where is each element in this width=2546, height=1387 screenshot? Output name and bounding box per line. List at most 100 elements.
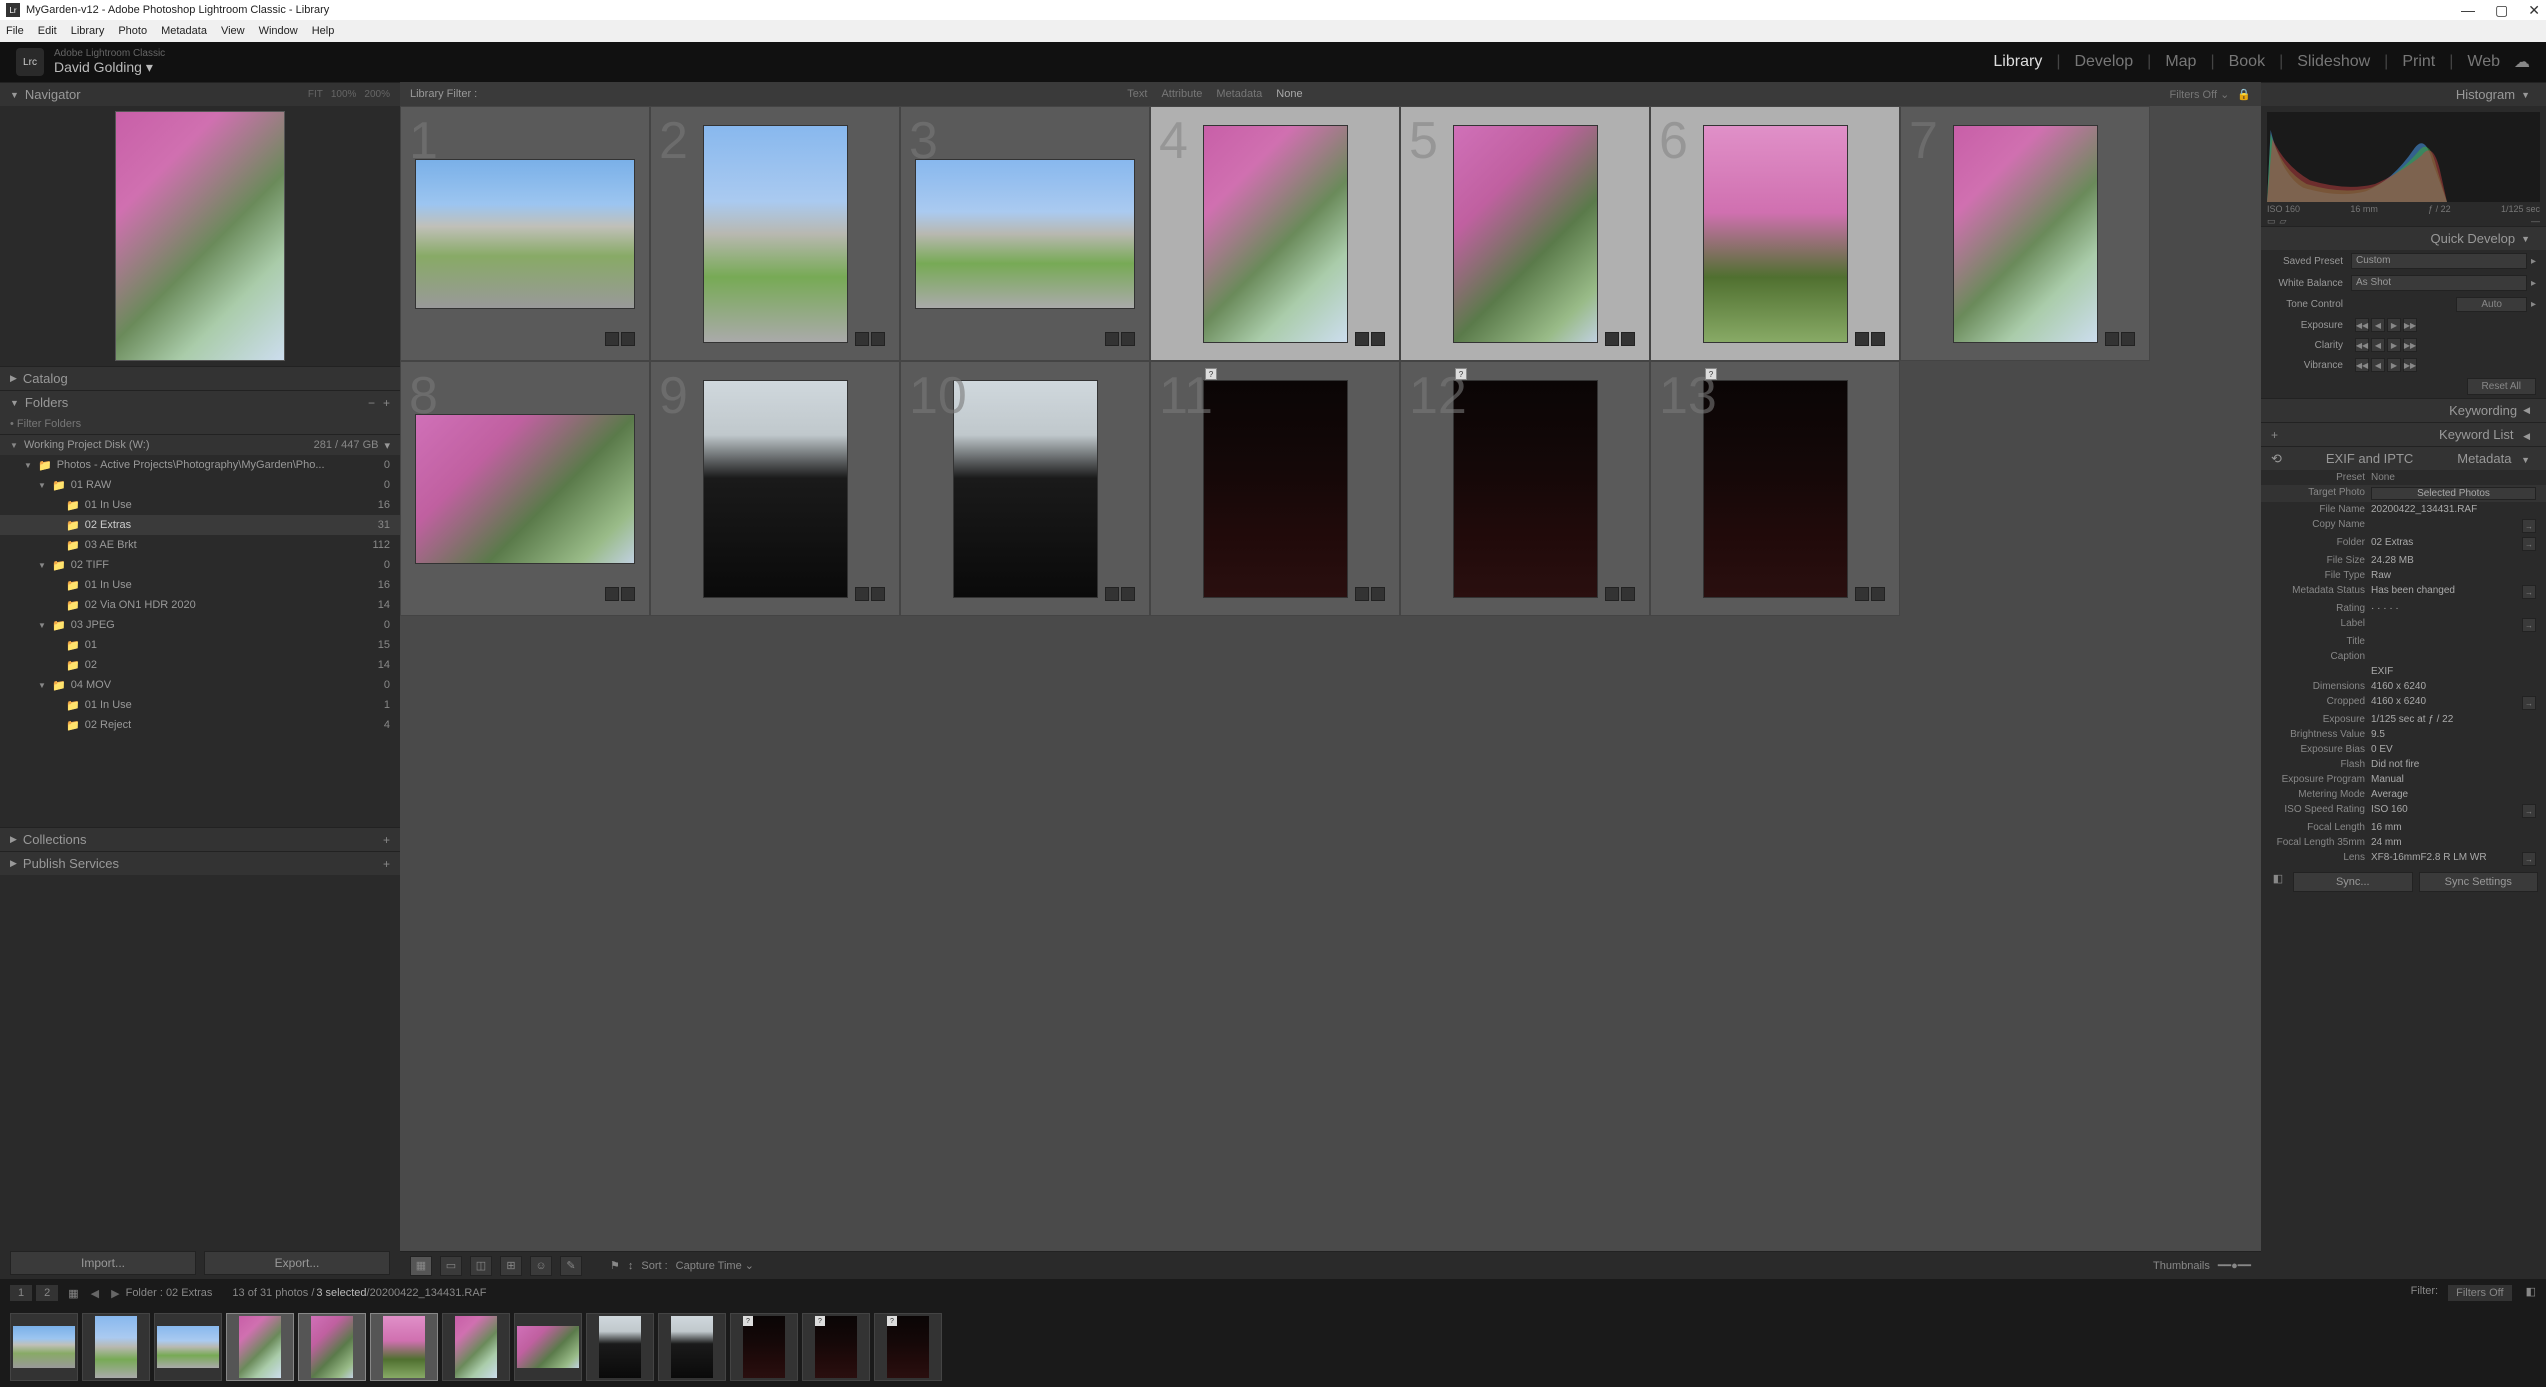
maximize-icon[interactable]: ▢ xyxy=(2495,2,2508,19)
grid-cell[interactable]: 5 xyxy=(1400,106,1650,361)
filter-switch-icon[interactable]: ◧ xyxy=(2526,1285,2536,1301)
qd-wb-toggle-icon[interactable]: ▸ xyxy=(2531,278,2536,289)
grid-cell[interactable]: 12? xyxy=(1400,361,1650,616)
nav-back-icon[interactable]: ◀ xyxy=(91,1287,99,1300)
chevron-right-icon[interactable]: ▶ xyxy=(10,373,17,384)
chevron-right-icon[interactable]: ▶ xyxy=(10,834,17,845)
filter-tab-metadata[interactable]: Metadata xyxy=(1216,88,1262,100)
loupe-view-button[interactable]: ▭ xyxy=(440,1256,462,1276)
keyword-plus-icon[interactable]: + xyxy=(2271,428,2278,442)
filter-tab-text[interactable]: Text xyxy=(1127,88,1147,100)
menu-photo[interactable]: Photo xyxy=(118,25,147,37)
filmstrip-thumb[interactable] xyxy=(10,1313,78,1381)
menu-window[interactable]: Window xyxy=(259,25,298,37)
user-name[interactable]: David Golding ▾ xyxy=(54,59,165,76)
filter-lock-icon[interactable]: 🔒 xyxy=(2237,88,2251,101)
filmstrip-thumb[interactable]: ? xyxy=(802,1313,870,1381)
catalog-header[interactable]: ▶ Catalog xyxy=(0,366,400,390)
flag-icon[interactable]: ⚑ xyxy=(610,1259,620,1272)
meta-preset-value[interactable]: None xyxy=(2371,472,2395,483)
filmstrip-thumb[interactable]: ? xyxy=(874,1313,942,1381)
folders-minus-icon[interactable]: − xyxy=(368,396,375,410)
chevron-down-icon[interactable]: ▼ xyxy=(2521,90,2530,100)
filmstrip-thumb[interactable] xyxy=(442,1313,510,1381)
original-icon[interactable]: ▭ xyxy=(2267,216,2276,227)
folder-row[interactable]: 📁02 Extras31 xyxy=(0,515,400,535)
chevron-down-icon[interactable]: ▼ xyxy=(10,90,19,100)
histogram-panel[interactable]: ISO 160 16 mm ƒ / 22 1/125 sec ▭ ▱ — xyxy=(2261,106,2546,226)
grid-cell[interactable]: 4 xyxy=(1150,106,1400,361)
folder-row[interactable]: 📁02 Via ON1 HDR 202014 xyxy=(0,595,400,615)
filmstrip-thumb[interactable]: ? xyxy=(730,1313,798,1381)
collections-plus-icon[interactable]: + xyxy=(383,833,390,847)
folders-plus-icon[interactable]: + xyxy=(383,396,390,410)
qd-reset-button[interactable]: Reset All xyxy=(2467,378,2536,395)
sync-settings-button[interactable]: Sync Settings xyxy=(2419,872,2539,892)
chevron-right-icon[interactable]: ▶ xyxy=(10,858,17,869)
module-library[interactable]: Library xyxy=(1993,53,2042,71)
filmstrip-thumb[interactable] xyxy=(586,1313,654,1381)
nav-fwd-icon[interactable]: ▶ xyxy=(111,1287,119,1300)
metadata-go-icon[interactable]: → xyxy=(2522,696,2536,710)
thumbnail-slider[interactable]: ━━●━━ xyxy=(2218,1259,2251,1272)
painter-button[interactable]: ✎ xyxy=(560,1256,582,1276)
qd-wb-value[interactable]: As Shot xyxy=(2351,275,2527,291)
filter-state[interactable]: Filters Off ⌄ xyxy=(2170,88,2230,101)
filmstrip-thumb[interactable] xyxy=(298,1313,366,1381)
publish-header[interactable]: ▶ Publish Services + xyxy=(0,851,400,875)
chevron-down-icon[interactable]: ▼ xyxy=(10,398,19,408)
metadata-header[interactable]: ⟲ EXIF and IPTC Metadata ▼ xyxy=(2261,446,2546,470)
folder-row[interactable]: ▼📁04 MOV0 xyxy=(0,675,400,695)
grid-cell[interactable]: 9 xyxy=(650,361,900,616)
menu-edit[interactable]: Edit xyxy=(38,25,57,37)
keyword-list-header[interactable]: + Keyword List ◀ xyxy=(2261,422,2546,446)
chevron-right-icon[interactable]: ◀ xyxy=(2523,431,2530,441)
filmstrip-thumb[interactable] xyxy=(154,1313,222,1381)
folder-row[interactable]: 📁01 In Use16 xyxy=(0,575,400,595)
chevron-down-icon[interactable]: ▼ xyxy=(2521,455,2530,465)
navigator-preview[interactable] xyxy=(0,106,400,366)
folder-row[interactable]: 📁02 Reject4 xyxy=(0,715,400,735)
folder-filter-input[interactable]: • Filter Folders xyxy=(0,414,400,435)
module-develop[interactable]: Develop xyxy=(2074,53,2133,71)
menu-file[interactable]: File xyxy=(6,25,24,37)
grid-cell[interactable]: 6 xyxy=(1650,106,1900,361)
qd-auto-button[interactable]: Auto xyxy=(2456,297,2527,312)
quick-develop-header[interactable]: Quick Develop ▼ xyxy=(2261,226,2546,250)
metadata-go-icon[interactable]: → xyxy=(2522,618,2536,632)
survey-view-button[interactable]: ⊞ xyxy=(500,1256,522,1276)
grid-cell[interactable]: 10 xyxy=(900,361,1150,616)
folder-row[interactable]: 📁01 In Use1 xyxy=(0,695,400,715)
sort-direction-icon[interactable]: ↕ xyxy=(628,1260,634,1272)
close-icon[interactable]: ✕ xyxy=(2528,2,2540,19)
filter-tab-attribute[interactable]: Attribute xyxy=(1161,88,1202,100)
filmstrip-thumb[interactable] xyxy=(370,1313,438,1381)
module-slideshow[interactable]: Slideshow xyxy=(2297,53,2370,71)
menu-metadata[interactable]: Metadata xyxy=(161,25,207,37)
navigator-header[interactable]: ▼ Navigator FIT 100% 200% xyxy=(0,82,400,106)
grid-cell[interactable]: 11? xyxy=(1150,361,1400,616)
module-map[interactable]: Map xyxy=(2165,53,2196,71)
collections-header[interactable]: ▶ Collections + xyxy=(0,827,400,851)
people-view-button[interactable]: ☺ xyxy=(530,1256,552,1276)
zoom-100[interactable]: 100% xyxy=(331,89,357,100)
folders-header[interactable]: ▼ Folders − + xyxy=(0,390,400,414)
screen-2-button[interactable]: 2 xyxy=(36,1285,58,1301)
zoom-fit[interactable]: FIT xyxy=(308,89,323,100)
metadata-go-icon[interactable]: → xyxy=(2522,537,2536,551)
export-button[interactable]: Export... xyxy=(204,1251,390,1275)
folder-row[interactable]: 📁03 AE Brkt112 xyxy=(0,535,400,555)
folder-row[interactable]: ▼📁01 RAW0 xyxy=(0,475,400,495)
grid-cell[interactable]: 8 xyxy=(400,361,650,616)
metadata-go-icon[interactable]: → xyxy=(2522,585,2536,599)
filmstrip-thumb[interactable] xyxy=(658,1313,726,1381)
grid-view-button[interactable]: ▦ xyxy=(410,1256,432,1276)
drive-row[interactable]: ▼ Working Project Disk (W:) 281 / 447 GB… xyxy=(0,435,400,455)
sync-switch-icon[interactable]: ◧ xyxy=(2269,872,2287,892)
filmstrip-thumb[interactable] xyxy=(82,1313,150,1381)
grid-view[interactable]: 1234567891011?12?13? xyxy=(400,106,2261,1251)
sort-value[interactable]: Capture Time ⌄ xyxy=(676,1259,754,1272)
metadata-go-icon[interactable]: → xyxy=(2522,519,2536,533)
import-button[interactable]: Import... xyxy=(10,1251,196,1275)
folder-row[interactable]: ▼📁Photos - Active Projects\Photography\M… xyxy=(0,455,400,475)
